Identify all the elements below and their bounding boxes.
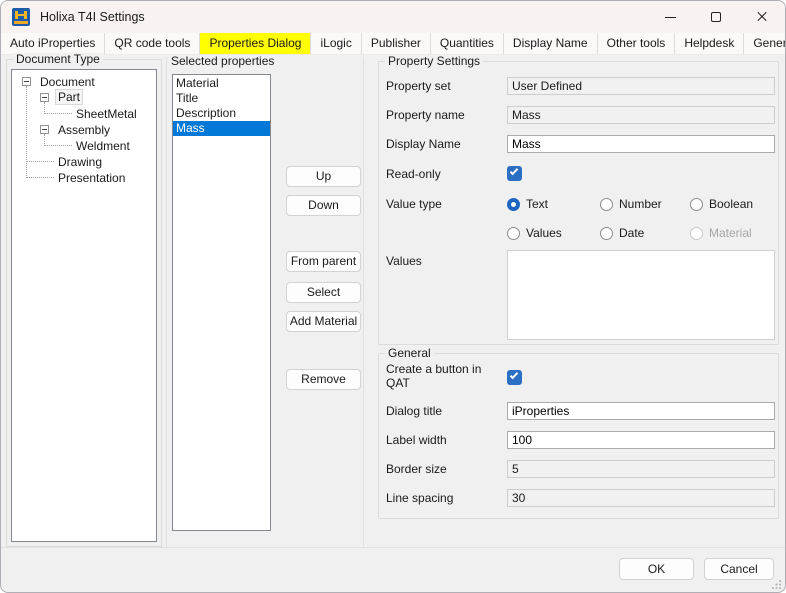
tab-other-tools[interactable]: Other tools — [598, 33, 676, 54]
radio-disabled-icon — [690, 227, 703, 240]
document-type-group-label: Document Type — [13, 53, 103, 66]
tree-item-drawing[interactable]: Drawing — [12, 154, 156, 170]
property-name-label: Property name — [386, 106, 465, 124]
line-spacing-field: 30 — [507, 489, 775, 507]
property-set-label: Property set — [386, 77, 451, 95]
window-title: Holixa T4I Settings — [40, 10, 145, 24]
value-type-radio-number[interactable]: Number — [600, 196, 662, 212]
tree-item-part[interactable]: Part — [12, 90, 156, 106]
value-type-radio-values[interactable]: Values — [507, 225, 562, 241]
radio-selected-icon — [507, 198, 520, 211]
list-item-description[interactable]: Description — [173, 106, 270, 121]
settings-window: Holixa T4I Settings Auto iProperties QR … — [0, 0, 786, 593]
minimize-icon — [665, 17, 676, 18]
create-qat-label: Create a button in QAT — [386, 362, 501, 390]
tab-publisher[interactable]: Publisher — [362, 33, 431, 54]
value-type-radio-text[interactable]: Text — [507, 196, 548, 212]
resize-grip[interactable] — [772, 579, 782, 589]
from-parent-button[interactable]: From parent — [286, 251, 361, 272]
panel-divider — [166, 57, 167, 547]
display-name-label: Display Name — [386, 135, 461, 153]
collapse-icon[interactable] — [40, 93, 49, 102]
down-button[interactable]: Down — [286, 195, 361, 216]
display-name-field[interactable] — [507, 135, 775, 153]
radio-icon — [507, 227, 520, 240]
general-group-label: General — [385, 347, 434, 360]
selected-properties-label: Selected properties — [171, 55, 274, 68]
remove-button[interactable]: Remove — [286, 369, 361, 390]
tree-item-presentation[interactable]: Presentation — [12, 170, 156, 186]
check-icon — [510, 371, 518, 379]
dialog-title-field[interactable] — [507, 402, 775, 420]
collapse-icon[interactable] — [40, 125, 49, 134]
general-group: General Create a button in QAT Dialog ti… — [378, 353, 779, 519]
value-type-radio-date[interactable]: Date — [600, 225, 644, 241]
tree-item-sheetmetal[interactable]: SheetMetal — [12, 106, 156, 122]
property-settings-group: Property Settings Property set User Defi… — [378, 61, 779, 345]
radio-icon — [690, 198, 703, 211]
values-label: Values — [386, 252, 422, 270]
property-name-field: Mass — [507, 106, 775, 124]
minimize-button[interactable] — [647, 1, 693, 33]
select-button[interactable]: Select — [286, 282, 361, 303]
tab-general[interactable]: General — [744, 33, 786, 54]
tab-qr-code-tools[interactable]: QR code tools — [105, 33, 200, 54]
tab-quantities[interactable]: Quantities — [431, 33, 504, 54]
read-only-label: Read-only — [386, 165, 441, 183]
tree-item-assembly[interactable]: Assembly — [12, 122, 156, 138]
tree-item-document[interactable]: Document — [12, 74, 156, 90]
maximize-icon — [711, 12, 721, 22]
line-spacing-label: Line spacing — [386, 489, 453, 507]
value-type-radio-material: Material — [690, 225, 752, 241]
values-textarea[interactable] — [507, 250, 775, 340]
create-qat-checkbox[interactable] — [507, 370, 522, 385]
label-width-label: Label width — [386, 431, 447, 449]
collapse-icon[interactable] — [22, 77, 31, 86]
tab-display-name[interactable]: Display Name — [504, 33, 598, 54]
property-settings-group-label: Property Settings — [385, 55, 483, 68]
panel-divider — [363, 57, 364, 547]
value-type-radio-boolean[interactable]: Boolean — [690, 196, 753, 212]
title-bar: Holixa T4I Settings — [1, 1, 785, 33]
tab-helpdesk[interactable]: Helpdesk — [675, 33, 744, 54]
tree-item-weldment[interactable]: Weldment — [12, 138, 156, 154]
up-button[interactable]: Up — [286, 166, 361, 187]
close-button[interactable] — [739, 1, 785, 33]
app-icon — [12, 8, 30, 26]
tab-strip: Auto iProperties QR code tools Propertie… — [1, 33, 785, 55]
check-icon — [510, 167, 518, 175]
ok-button[interactable]: OK — [619, 558, 694, 580]
label-width-field[interactable] — [507, 431, 775, 449]
maximize-button[interactable] — [693, 1, 739, 33]
value-type-label: Value type — [386, 195, 442, 213]
property-set-field: User Defined — [507, 77, 775, 95]
border-size-field: 5 — [507, 460, 775, 478]
tab-properties-dialog[interactable]: Properties Dialog — [200, 33, 311, 54]
cancel-button[interactable]: Cancel — [704, 558, 774, 580]
document-type-group: Document Type Document Part Shee — [6, 59, 162, 547]
radio-icon — [600, 227, 613, 240]
document-type-tree: Document Part SheetMetal Assembly Weldme… — [11, 69, 157, 542]
list-item-material[interactable]: Material — [173, 76, 270, 91]
footer-bar: OK Cancel — [1, 547, 785, 592]
list-item-mass[interactable]: Mass — [173, 121, 270, 136]
tab-ilogic[interactable]: iLogic — [311, 33, 361, 54]
dialog-title-label: Dialog title — [386, 402, 442, 420]
list-item-title[interactable]: Title — [173, 91, 270, 106]
add-material-button[interactable]: Add Material — [286, 311, 361, 332]
close-icon — [756, 11, 768, 23]
radio-icon — [600, 198, 613, 211]
read-only-checkbox[interactable] — [507, 166, 522, 181]
tab-auto-iproperties[interactable]: Auto iProperties — [1, 33, 105, 54]
tab-page-properties-dialog: Document Type Document Part Shee — [1, 55, 785, 547]
selected-properties-list: Material Title Description Mass — [172, 74, 271, 531]
border-size-label: Border size — [386, 460, 447, 478]
